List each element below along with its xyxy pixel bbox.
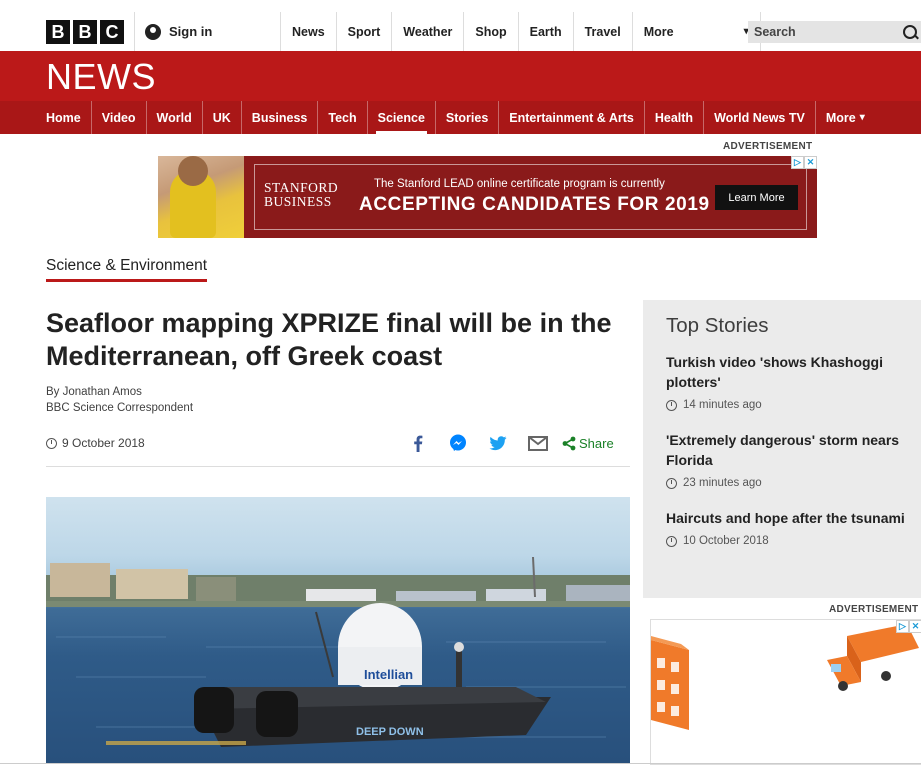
divider (46, 466, 630, 467)
top-story-time: 14 minutes ago (666, 399, 916, 411)
global-nav-weather[interactable]: Weather (391, 12, 463, 51)
share-button[interactable]: Share (562, 433, 614, 453)
global-nav-news[interactable]: News (280, 12, 336, 51)
search-input[interactable]: Search (748, 21, 921, 43)
news-nav: Home Video World UK Business Tech Scienc… (0, 101, 921, 134)
facebook-icon[interactable] (398, 433, 438, 453)
global-nav-travel[interactable]: Travel (572, 12, 632, 51)
advertisement-label: ADVERTISEMENT (829, 604, 919, 615)
ad-photo-head (178, 156, 208, 186)
top-story-item[interactable]: Turkish video 'shows Khashoggi plotters'… (666, 352, 916, 411)
clock-icon (666, 535, 677, 547)
close-icon[interactable]: ✕ (804, 156, 817, 169)
sign-in-label: Sign in (169, 24, 213, 39)
caret-down-icon: ▾ (859, 112, 865, 123)
logo-letter: B (46, 20, 70, 44)
byline-author: By Jonathan Amos (46, 386, 142, 398)
top-story-title[interactable]: 'Extremely dangerous' storm nears Florid… (666, 430, 916, 470)
ad-text-line1: The Stanford LEAD online certificate pro… (374, 178, 665, 190)
article-headline: Seafloor mapping XPRIZE final will be in… (46, 308, 612, 371)
top-story-title[interactable]: Haircuts and hope after the tsunami (666, 508, 916, 528)
ad-photo (158, 156, 244, 238)
article-hero-image: Intellian DEEP DOWN (46, 497, 630, 763)
sign-in-link[interactable]: Sign in (134, 12, 212, 51)
twitter-icon[interactable] (478, 433, 518, 453)
ad-brand-logo: STANFORD BUSINESS (264, 181, 338, 209)
news-nav-video[interactable]: Video (92, 101, 147, 134)
share-tools: Share (398, 433, 614, 453)
more-label: More (643, 24, 674, 39)
logo-letter: B (73, 20, 97, 44)
news-nav-world-news-tv[interactable]: World News TV (704, 101, 816, 134)
ad-brand-line1: STANFORD (264, 180, 339, 195)
dome-brand: Intellian (364, 667, 413, 682)
share-label: Share (579, 435, 614, 451)
section-link[interactable]: Science & Environment (46, 257, 208, 282)
news-nav-more[interactable]: More ▾ (816, 101, 875, 134)
news-nav-home[interactable]: Home (46, 101, 92, 134)
advertisement-label: ADVERTISEMENT (723, 141, 813, 152)
side-ad-illustration (651, 624, 919, 730)
clock-icon (666, 477, 677, 489)
top-story-time: 23 minutes ago (666, 477, 916, 489)
ad-banner[interactable]: STANFORD BUSINESS The Stanford LEAD onli… (158, 156, 817, 238)
top-story-time: 10 October 2018 (666, 535, 916, 547)
learn-more-button[interactable]: Learn More (715, 185, 798, 210)
top-stories-title: Top Stories (666, 314, 769, 337)
adchoices-icon[interactable]: ▷ ✕ (791, 156, 817, 169)
news-nav-health[interactable]: Health (645, 101, 705, 134)
close-icon[interactable]: ✕ (909, 620, 921, 633)
news-nav-uk[interactable]: UK (203, 101, 242, 134)
global-nav-earth[interactable]: Earth (517, 12, 573, 51)
messenger-icon[interactable] (438, 433, 478, 453)
top-stories-panel: Top Stories Turkish video 'shows Khashog… (643, 300, 921, 598)
clock-icon (666, 399, 677, 411)
top-story-time-text: 10 October 2018 (683, 535, 769, 547)
bbc-global-header: B B C Sign in News Sport Weather Shop Ea… (0, 0, 921, 52)
bbc-logo[interactable]: B B C (46, 20, 124, 44)
global-nav-more[interactable]: More ▾ (631, 12, 761, 51)
article-date-text: 9 October 2018 (62, 436, 145, 450)
top-story-item[interactable]: Haircuts and hope after the tsunami 10 O… (666, 508, 916, 547)
logo-letter: C (100, 20, 124, 44)
user-icon (145, 23, 161, 40)
ad-brand-line2: BUSINESS (264, 194, 332, 209)
news-nav-tech[interactable]: Tech (318, 101, 368, 134)
global-nav-sport[interactable]: Sport (335, 12, 392, 51)
clock-icon (46, 437, 57, 449)
news-nav-business[interactable]: Business (242, 101, 319, 134)
email-icon[interactable] (518, 433, 558, 453)
news-title[interactable]: NEWS (46, 56, 156, 98)
news-nav-entertainment-arts[interactable]: Entertainment & Arts (499, 101, 645, 134)
global-nav: News Sport Weather Shop Earth Travel Mor… (280, 12, 761, 51)
news-nav-more-label: More (825, 110, 856, 125)
adchoices-triangle-icon: ▷ (896, 620, 909, 633)
top-story-title[interactable]: Turkish video 'shows Khashoggi plotters' (666, 352, 916, 392)
news-masthead: NEWS (0, 51, 921, 101)
news-nav-world[interactable]: World (147, 101, 203, 134)
page-bottom-border (0, 763, 921, 764)
search-placeholder: Search (754, 25, 796, 39)
byline-role: BBC Science Correspondent (46, 402, 194, 414)
hull-text: DEEP DOWN (356, 726, 424, 738)
side-ad[interactable]: ▷ ✕ (650, 619, 921, 765)
top-story-time-text: 23 minutes ago (683, 477, 762, 489)
search-icon[interactable] (903, 25, 917, 39)
news-nav-science[interactable]: Science (368, 101, 436, 134)
top-story-time-text: 14 minutes ago (683, 399, 762, 411)
news-nav-stories[interactable]: Stories (436, 101, 500, 134)
share-icon (562, 436, 576, 450)
article-date: 9 October 2018 (46, 436, 145, 450)
adchoices-icon[interactable]: ▷ ✕ (896, 620, 921, 633)
global-nav-shop[interactable]: Shop (463, 12, 517, 51)
ad-text-line2: ACCEPTING CANDIDATES FOR 2019 (359, 194, 710, 215)
adchoices-triangle-icon: ▷ (791, 156, 804, 169)
top-story-item[interactable]: 'Extremely dangerous' storm nears Florid… (666, 430, 916, 489)
hero-illustration: Intellian DEEP DOWN (46, 556, 630, 747)
